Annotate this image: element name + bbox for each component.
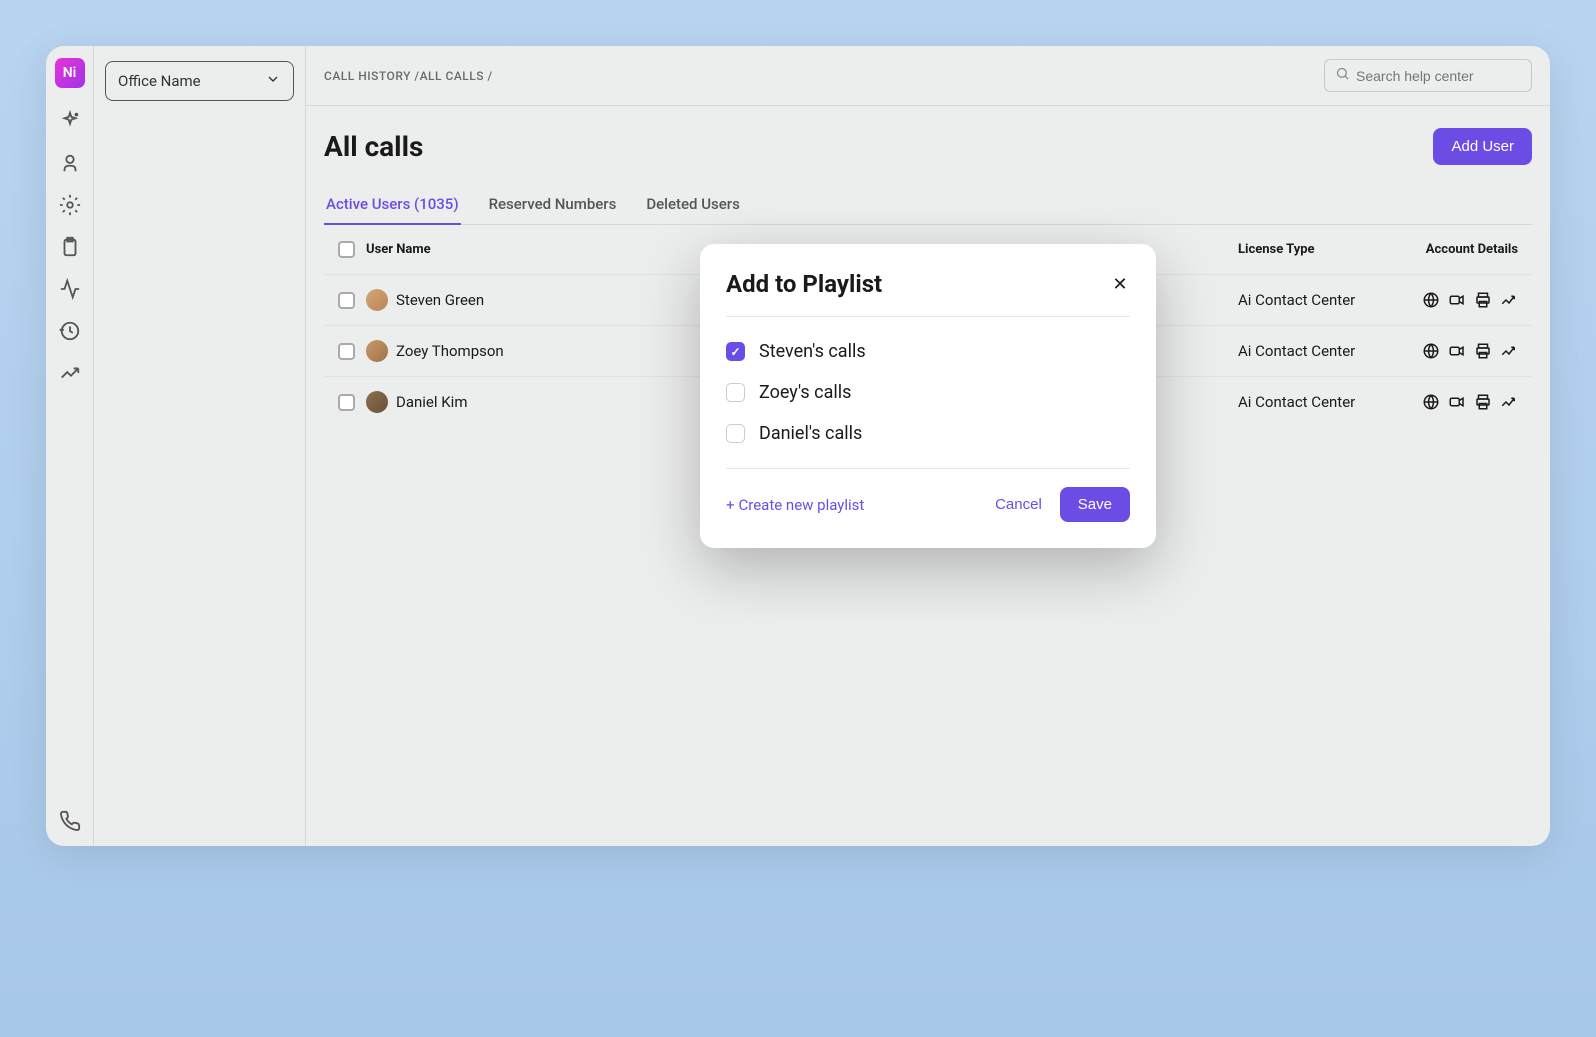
row-checkbox[interactable] [338, 343, 355, 360]
search-icon [1335, 66, 1350, 85]
print-icon[interactable] [1474, 291, 1492, 309]
save-button[interactable]: Save [1060, 487, 1130, 522]
office-dropdown[interactable]: Office Name [105, 61, 294, 101]
sparkle-icon[interactable] [59, 110, 81, 132]
license-cell: Ai Contact Center [1238, 342, 1408, 360]
trend-icon[interactable] [1500, 291, 1518, 309]
cancel-button[interactable]: Cancel [995, 496, 1042, 513]
print-icon[interactable] [1474, 393, 1492, 411]
user-icon[interactable] [59, 152, 81, 174]
breadcrumb: CALL HISTORY /ALL CALLS / [324, 69, 493, 83]
playlist-item[interactable]: Daniel's calls [726, 413, 1130, 454]
app-window: Ni [46, 46, 1550, 846]
chevron-down-icon [265, 71, 281, 91]
header-license: License Type [1238, 242, 1408, 257]
row-checkbox[interactable] [338, 394, 355, 411]
page-title: All calls [324, 130, 423, 163]
page-header: All calls Add User [324, 128, 1532, 165]
playlist-label: Daniel's calls [759, 423, 862, 444]
user-name: Steven Green [396, 291, 484, 309]
trend-icon[interactable] [1500, 393, 1518, 411]
clipboard-icon[interactable] [59, 236, 81, 258]
print-icon[interactable] [1474, 342, 1492, 360]
row-checkbox[interactable] [338, 292, 355, 309]
phone-icon[interactable] [59, 810, 81, 832]
avatar [366, 391, 388, 413]
playlist-item[interactable]: Zoey's calls [726, 372, 1130, 413]
tab-deleted-users[interactable]: Deleted Users [644, 185, 742, 225]
create-playlist-label: Create new playlist [739, 496, 865, 514]
office-dropdown-label: Office Name [118, 72, 201, 90]
top-bar: CALL HISTORY /ALL CALLS / [306, 46, 1550, 106]
video-icon[interactable] [1448, 291, 1466, 309]
playlist-checkbox[interactable] [726, 424, 745, 443]
modal-footer: + Create new playlist Cancel Save [726, 468, 1130, 522]
avatar [366, 340, 388, 362]
tab-reserved-numbers[interactable]: Reserved Numbers [487, 185, 619, 225]
trending-icon[interactable] [59, 362, 81, 384]
nav-icons [59, 110, 81, 810]
modal-title: Add to Playlist [726, 270, 882, 298]
globe-icon[interactable] [1422, 291, 1440, 309]
user-name: Zoey Thompson [396, 342, 504, 360]
video-icon[interactable] [1448, 393, 1466, 411]
playlist-checkbox[interactable] [726, 342, 745, 361]
add-user-button[interactable]: Add User [1433, 128, 1532, 165]
playlist-checkbox[interactable] [726, 383, 745, 402]
license-cell: Ai Contact Center [1238, 393, 1408, 411]
search-input[interactable] [1356, 68, 1537, 84]
playlist-item[interactable]: Steven's calls [726, 331, 1130, 372]
avatar [366, 289, 388, 311]
history-icon[interactable] [59, 320, 81, 342]
header-actions: Account Details [1426, 242, 1518, 257]
activity-icon[interactable] [59, 278, 81, 300]
add-to-playlist-modal: Add to Playlist ✕ Steven's calls Zoey's … [700, 244, 1156, 548]
video-icon[interactable] [1448, 342, 1466, 360]
globe-icon[interactable] [1422, 342, 1440, 360]
plus-icon: + [726, 496, 735, 514]
tabs: Active Users (1035) Reserved Numbers Del… [324, 185, 1532, 225]
app-logo: Ni [55, 58, 85, 88]
globe-icon[interactable] [1422, 393, 1440, 411]
search-box[interactable] [1324, 59, 1532, 92]
create-playlist-link[interactable]: + Create new playlist [726, 496, 864, 514]
trend-icon[interactable] [1500, 342, 1518, 360]
tab-active-users[interactable]: Active Users (1035) [324, 185, 461, 225]
left-panel: Office Name [94, 46, 306, 846]
license-cell: Ai Contact Center [1238, 291, 1408, 309]
close-icon[interactable]: ✕ [1110, 274, 1130, 294]
select-all-checkbox[interactable] [338, 241, 355, 258]
playlist-list: Steven's calls Zoey's calls Daniel's cal… [726, 317, 1130, 468]
modal-header: Add to Playlist ✕ [726, 270, 1130, 298]
icon-sidebar: Ni [46, 46, 94, 846]
user-name: Daniel Kim [396, 393, 467, 411]
playlist-label: Zoey's calls [759, 382, 851, 403]
gear-icon[interactable] [59, 194, 81, 216]
playlist-label: Steven's calls [759, 341, 866, 362]
main-content: CALL HISTORY /ALL CALLS / All calls Add … [306, 46, 1550, 846]
